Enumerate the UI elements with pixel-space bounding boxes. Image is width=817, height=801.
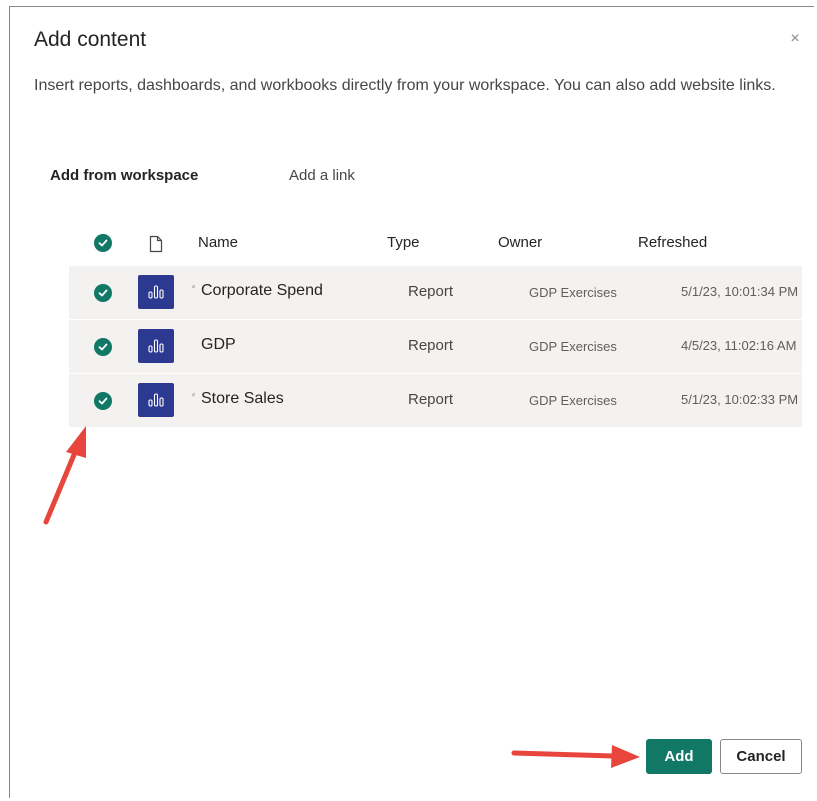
row-name: Store Sales	[201, 390, 284, 407]
tab-add-from-workspace[interactable]: Add from workspace	[50, 167, 198, 184]
close-icon[interactable]: ×	[786, 30, 804, 48]
row-name: Corporate Spend	[201, 282, 323, 299]
checkmark-icon[interactable]	[94, 392, 112, 410]
header-refreshed[interactable]: Refreshed	[638, 234, 707, 251]
header-type[interactable]: Type	[387, 234, 420, 251]
checkmark-icon[interactable]	[94, 284, 112, 302]
cancel-button[interactable]: Cancel	[720, 739, 802, 774]
annotation-arrow-up	[43, 426, 86, 525]
dialog-title: Add content	[34, 28, 147, 51]
row-type: Report	[408, 337, 454, 354]
row-type: Report	[408, 391, 454, 408]
row-refreshed: 4/5/23, 11:02:16 AM	[681, 338, 797, 353]
content-table: Name Type Owner Refreshed ⸗ Corporate Sp…	[69, 230, 802, 428]
file-icon	[149, 235, 163, 253]
add-button[interactable]: Add	[646, 739, 712, 774]
row-owner: GDP Exercises	[529, 393, 617, 408]
row-refreshed: 5/1/23, 10:01:34 PM	[681, 284, 799, 299]
endorsement-icon: ⸗	[192, 389, 195, 399]
row-owner: GDP Exercises	[529, 285, 617, 300]
table-row[interactable]: ⸗ Corporate Spend Report GDP Exercises 5…	[69, 266, 802, 320]
table-row[interactable]: ⸗ Store Sales Report GDP Exercises 5/1/2…	[69, 374, 802, 428]
row-name: GDP	[201, 336, 236, 353]
checkmark-icon[interactable]	[94, 338, 112, 356]
report-chart-icon	[138, 275, 174, 309]
report-chart-icon	[138, 329, 174, 363]
table-header: Name Type Owner Refreshed	[69, 230, 769, 266]
annotation-arrow-right	[511, 745, 640, 768]
table-row[interactable]: GDP Report GDP Exercises 4/5/23, 11:02:1…	[69, 320, 802, 374]
header-owner[interactable]: Owner	[498, 234, 542, 251]
row-owner: GDP Exercises	[529, 339, 617, 354]
endorsement-icon: ⸗	[192, 281, 195, 291]
row-type: Report	[408, 283, 454, 300]
tab-add-a-link[interactable]: Add a link	[289, 167, 355, 184]
header-name[interactable]: Name	[198, 234, 238, 251]
report-chart-icon	[138, 383, 174, 417]
row-refreshed: 5/1/23, 10:02:33 PM	[681, 392, 799, 407]
dialog-description: Insert reports, dashboards, and workbook…	[34, 77, 776, 94]
select-all-checkmark-icon[interactable]	[94, 234, 112, 252]
